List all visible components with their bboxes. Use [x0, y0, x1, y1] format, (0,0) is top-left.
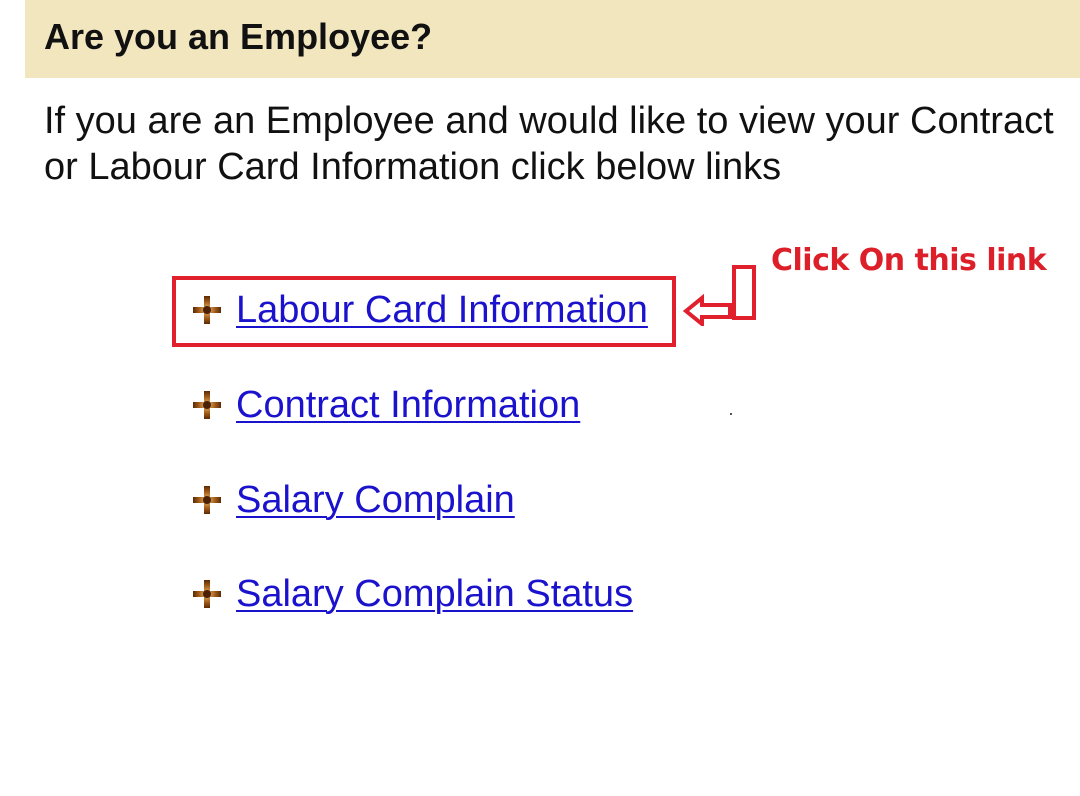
- page-title: Are you an Employee?: [44, 16, 433, 57]
- intro-line-2: or Labour Card Information click below l…: [44, 146, 782, 188]
- salary-complain-link[interactable]: Salary Complain: [236, 479, 515, 522]
- callout-label: Click On this link: [771, 243, 1047, 278]
- cross-bullet-icon: [193, 391, 221, 419]
- intro-line-1: If you are an Employee and would like to…: [44, 100, 1054, 142]
- left-arrow-annotation-icon: [682, 265, 756, 326]
- salary-complain-status-link[interactable]: Salary Complain Status: [236, 573, 633, 616]
- intro-text: If you are an Employee and would like to…: [44, 98, 1080, 190]
- contract-information-link[interactable]: Contract Information: [236, 384, 580, 427]
- cross-bullet-icon: [193, 580, 221, 608]
- link-item-contract[interactable]: Contract Information: [190, 380, 580, 430]
- highlight-box: [172, 276, 676, 347]
- stray-dot: [730, 413, 732, 415]
- link-item-salary-complain-status[interactable]: Salary Complain Status: [190, 569, 633, 619]
- cross-bullet-icon: [193, 486, 221, 514]
- link-item-salary-complain[interactable]: Salary Complain: [190, 475, 515, 525]
- header-bar: Are you an Employee?: [25, 0, 1080, 78]
